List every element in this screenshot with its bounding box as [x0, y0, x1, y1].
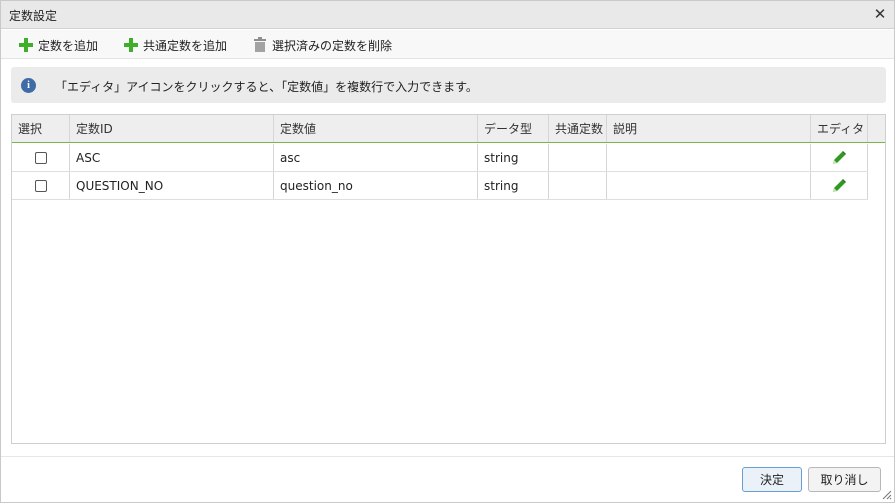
- add-common-constant-button[interactable]: 共通定数を追加: [124, 36, 227, 54]
- select-cell: [12, 144, 70, 171]
- data-type-cell[interactable]: string: [478, 172, 549, 199]
- delete-selected-button[interactable]: 選択済みの定数を削除: [253, 36, 392, 54]
- trash-icon: [253, 37, 267, 52]
- add-common-constant-label: 共通定数を追加: [143, 38, 228, 53]
- cancel-button[interactable]: 取り消し: [808, 467, 881, 492]
- editor-cell: [811, 172, 868, 199]
- plus-icon: [124, 38, 138, 52]
- resize-handle-icon[interactable]: [880, 488, 892, 500]
- column-header-editor[interactable]: エディタ: [811, 115, 868, 142]
- info-banner: i 「エディタ」アイコンをクリックすると、「定数値」を複数行で入力できます。: [11, 67, 886, 103]
- editor-cell: [811, 144, 868, 171]
- add-constant-button[interactable]: 定数を追加: [19, 36, 98, 54]
- constants-table: 選択 定数ID 定数値 データ型 共通定数 説明 エディタ ASC asc st…: [11, 114, 886, 444]
- common-cell[interactable]: [549, 172, 607, 199]
- constant-id-cell[interactable]: ASC: [70, 144, 274, 171]
- dialog-title: 定数設定: [9, 9, 58, 23]
- table-header: 選択 定数ID 定数値 データ型 共通定数 説明 エディタ: [12, 115, 885, 143]
- table-row[interactable]: ASC asc string: [12, 144, 868, 172]
- info-icon: i: [21, 78, 36, 93]
- add-constant-label: 定数を追加: [38, 38, 99, 53]
- column-header-common[interactable]: 共通定数: [549, 115, 607, 142]
- constants-dialog: 定数設定 ✕ 定数を追加 共通定数を追加 選択済みの定数を削除 i 「エディタ」…: [0, 0, 895, 503]
- column-header-select[interactable]: 選択: [12, 115, 70, 142]
- plus-icon: [19, 38, 33, 52]
- constant-value-cell[interactable]: asc: [274, 144, 478, 171]
- delete-selected-label: 選択済みの定数を削除: [272, 38, 393, 53]
- constant-value-cell[interactable]: question_no: [274, 172, 478, 199]
- footer-divider: [1, 456, 894, 457]
- column-header-description[interactable]: 説明: [607, 115, 811, 142]
- description-cell[interactable]: [607, 144, 811, 171]
- column-header-id[interactable]: 定数ID: [70, 115, 274, 142]
- common-cell[interactable]: [549, 144, 607, 171]
- description-cell[interactable]: [607, 172, 811, 199]
- column-header-type[interactable]: データ型: [478, 115, 549, 142]
- pencil-icon[interactable]: [831, 150, 847, 166]
- column-header-value[interactable]: 定数値: [274, 115, 478, 142]
- ok-button[interactable]: 決定: [742, 467, 802, 492]
- row-checkbox[interactable]: [34, 179, 47, 192]
- row-checkbox[interactable]: [34, 151, 47, 164]
- close-icon[interactable]: ✕: [872, 6, 888, 22]
- info-message: 「エディタ」アイコンをクリックすると、「定数値」を複数行で入力できます。: [55, 80, 478, 94]
- constant-id-cell[interactable]: QUESTION_NO: [70, 172, 274, 199]
- table-row[interactable]: QUESTION_NO question_no string: [12, 172, 868, 200]
- select-cell: [12, 172, 70, 199]
- pencil-icon[interactable]: [831, 178, 847, 194]
- dialog-titlebar[interactable]: 定数設定 ✕: [1, 1, 894, 29]
- data-type-cell[interactable]: string: [478, 144, 549, 171]
- toolbar: 定数を追加 共通定数を追加 選択済みの定数を削除: [1, 30, 894, 59]
